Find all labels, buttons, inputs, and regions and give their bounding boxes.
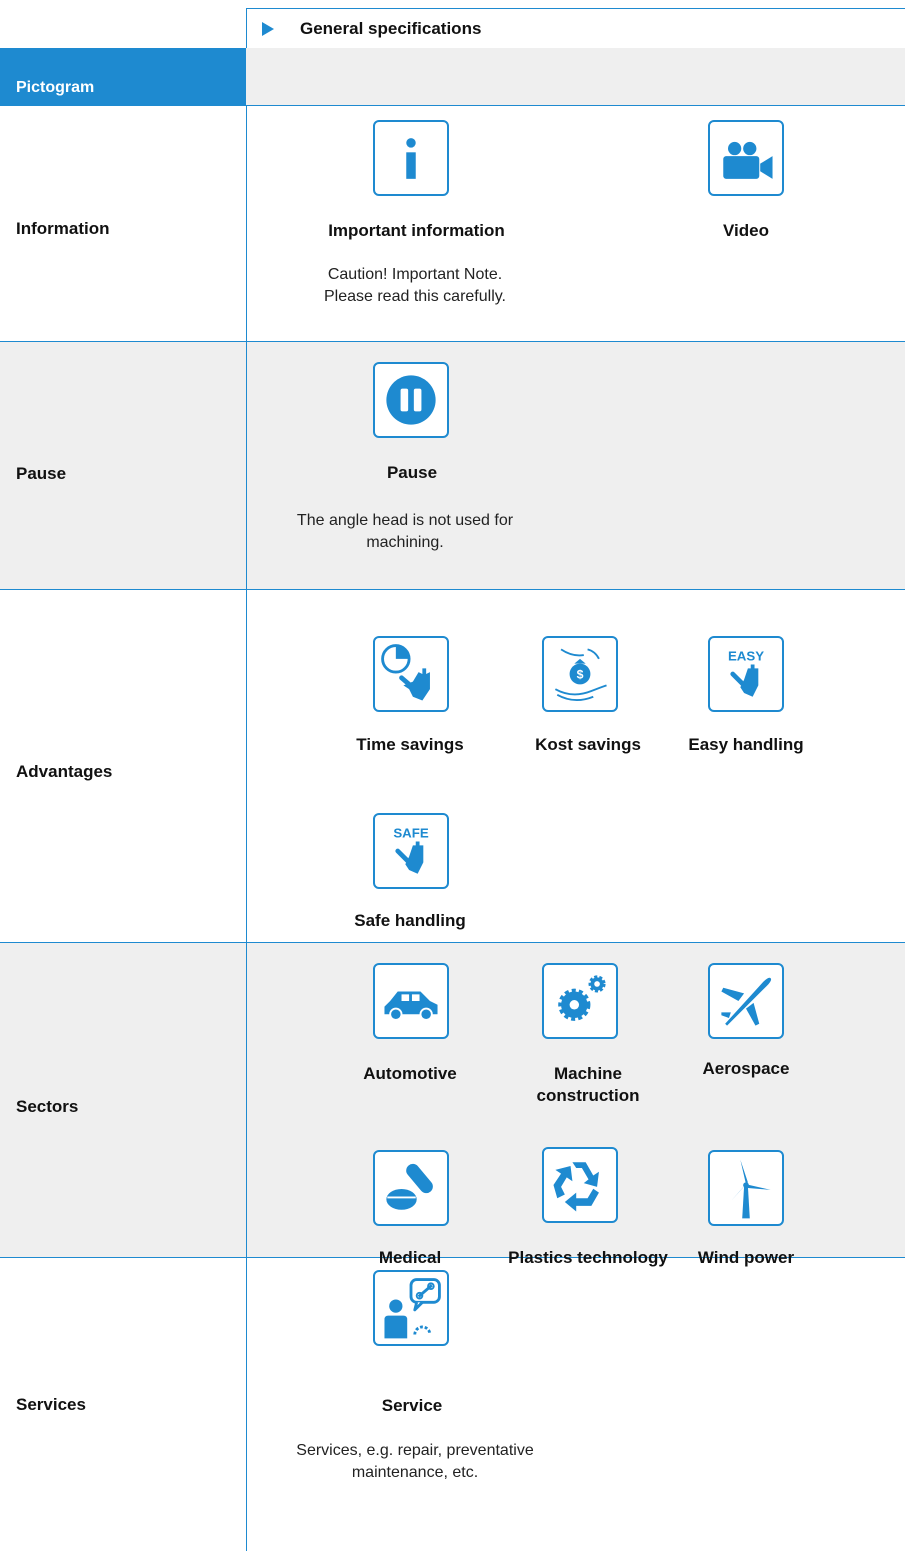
description-pause: The angle head is not used for machining… <box>255 510 555 554</box>
description-line: Please read this carefully. <box>323 288 506 305</box>
icon-badge-text: SAFE <box>393 826 429 841</box>
description-line: The angle head is not used for <box>296 512 514 529</box>
description-service: Services, e.g. repair, preventative main… <box>250 1440 580 1484</box>
airplane-icon <box>708 963 784 1039</box>
gears-icon <box>542 963 618 1039</box>
caption-kost-savings: Kost savings <box>535 735 641 754</box>
caption-medical: Medical <box>378 1248 442 1267</box>
description-line: Caution! Important Note. <box>327 266 503 283</box>
description-line: machining. <box>366 534 444 551</box>
easy-handling-icon: EASY <box>708 636 784 712</box>
section-title: General specifications <box>300 19 482 38</box>
header-bar: General specifications <box>246 8 905 49</box>
caption-easy-handling: Easy handling <box>688 735 804 754</box>
car-icon <box>373 963 449 1039</box>
cost-savings-icon: $ <box>542 636 618 712</box>
video-camera-icon <box>708 120 784 196</box>
info-icon <box>373 120 449 196</box>
caption-wind-power: Wind power <box>697 1248 795 1267</box>
svg-text:$: $ <box>577 668 584 682</box>
caption-aerospace: Aerospace <box>702 1059 790 1078</box>
service-icon <box>373 1270 449 1346</box>
row-label-pause: Pause <box>16 464 67 483</box>
row-separator <box>0 589 905 590</box>
time-savings-icon <box>373 636 449 712</box>
caption-safe-handling: Safe handling <box>354 911 466 930</box>
row-label-advantages: Advantages <box>16 762 113 781</box>
pills-icon <box>373 1150 449 1226</box>
caption-line: construction <box>536 1086 640 1105</box>
header-divider <box>246 8 247 48</box>
caption-service: Service <box>381 1396 443 1415</box>
description-line: maintenance, etc. <box>351 1464 479 1481</box>
description-important-information: Caution! Important Note. Please read thi… <box>270 264 560 308</box>
caption-plastics-technology: Plastics technology <box>508 1248 668 1267</box>
row-label-services: Services <box>16 1395 86 1414</box>
recycle-icon <box>542 1147 618 1223</box>
row-separator <box>0 942 905 943</box>
safe-handling-icon: SAFE <box>373 813 449 889</box>
icon-badge-text: EASY <box>728 649 764 664</box>
caption-automotive: Automotive <box>363 1064 457 1083</box>
caption-video: Video <box>723 221 769 240</box>
row-label-sectors: Sectors <box>16 1097 79 1116</box>
caption-machine-construction: Machine construction <box>510 1063 666 1107</box>
triangle-bullet-icon <box>262 22 274 36</box>
column-header-label: Pictogram <box>16 79 95 96</box>
pause-icon <box>373 362 449 438</box>
column-divider <box>246 105 247 1551</box>
column-header-cell: Pictogram <box>0 48 246 105</box>
row-label-information: Information <box>16 219 110 238</box>
caption-time-savings: Time savings <box>356 735 464 754</box>
description-line: Services, e.g. repair, preventative <box>296 1442 534 1459</box>
row-separator <box>0 105 905 106</box>
wind-turbine-icon <box>708 1150 784 1226</box>
row-separator <box>0 341 905 342</box>
caption-pause: Pause <box>386 463 438 482</box>
caption-line: Machine <box>553 1064 623 1083</box>
caption-important-information: Important information <box>328 221 505 240</box>
